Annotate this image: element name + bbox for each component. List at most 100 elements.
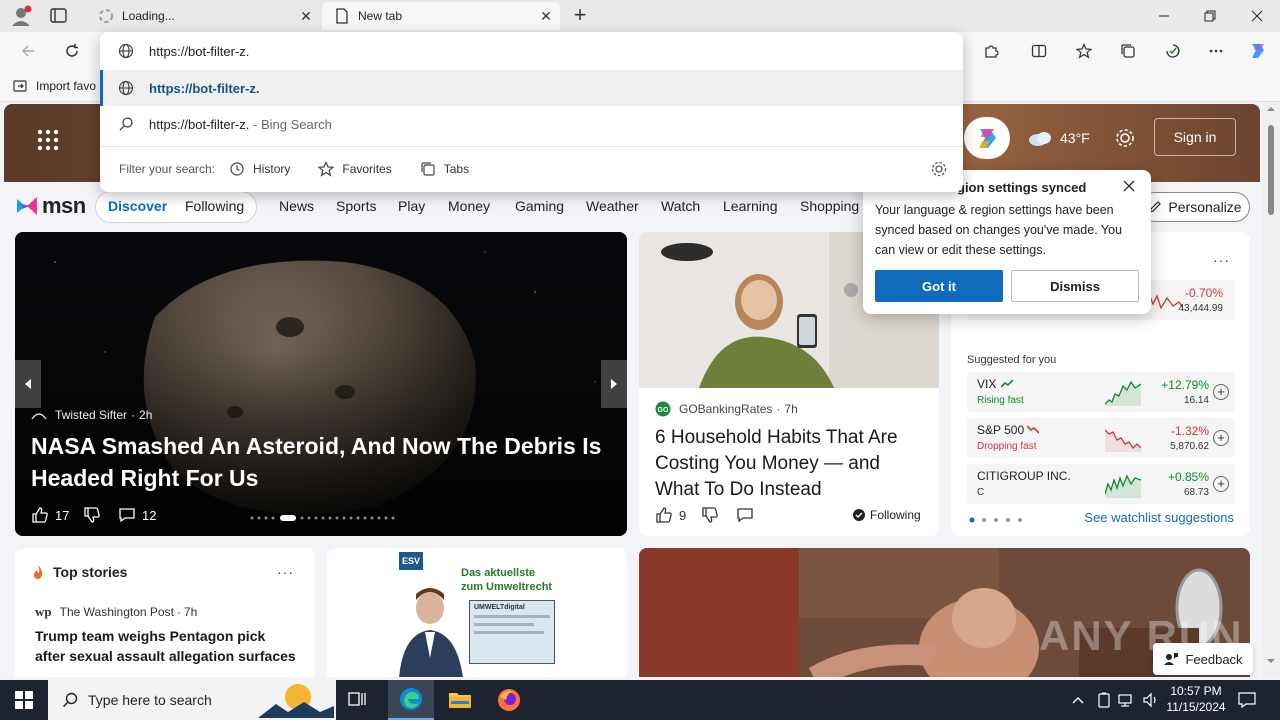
feedback-button[interactable]: Feedback (1153, 643, 1253, 675)
story-source[interactable]: wp The Washington Post · 7h (35, 604, 197, 620)
popup-body: Your language & region settings have bee… (875, 203, 1123, 257)
hero-headline[interactable]: NASA Smashed An Asteroid, And Now The De… (31, 430, 611, 494)
close-window-button[interactable] (1234, 0, 1280, 32)
minimize-button[interactable] (1141, 0, 1187, 32)
nav-watch[interactable]: Watch (661, 191, 700, 221)
import-favorites-button[interactable]: Import favo (12, 77, 96, 95)
copilot-icon[interactable] (1242, 32, 1274, 70)
split-screen-icon[interactable] (1023, 32, 1055, 70)
search-icon (62, 692, 78, 708)
hero-like-button[interactable]: 17 (31, 506, 69, 524)
favorites-star-icon[interactable] (1068, 32, 1100, 70)
tab-following[interactable]: Following (185, 191, 244, 221)
taskbar-edge-button[interactable] (388, 680, 434, 720)
stock-row-sp500[interactable]: S&P 500 Dropping fast -1.32% 5,870.62 + (967, 418, 1235, 458)
story-age: 7h (183, 605, 198, 619)
back-button[interactable] (12, 32, 44, 70)
address-input-row[interactable]: https://bot-filter-z. (100, 32, 963, 70)
comment-icon[interactable] (736, 506, 754, 524)
show-hidden-icons[interactable] (1070, 692, 1086, 708)
nav-shopping[interactable]: Shopping (800, 191, 859, 221)
thumbs-down-icon[interactable] (83, 506, 101, 524)
see-watchlist-link[interactable]: See watchlist suggestions (1084, 510, 1234, 525)
more-options-icon[interactable] (1200, 32, 1232, 70)
article-like-button[interactable]: 9 (655, 506, 686, 524)
tab-discover[interactable]: Discover (108, 191, 167, 221)
top-stories-more-icon[interactable]: ··· (277, 564, 294, 580)
thumbs-down-icon[interactable] (701, 506, 719, 524)
task-view-icon[interactable] (346, 690, 368, 710)
new-tab-button[interactable]: + (568, 4, 592, 28)
volume-icon[interactable] (1142, 692, 1160, 708)
nav-gaming[interactable]: Gaming (515, 191, 564, 221)
search-settings-gear-icon[interactable] (930, 160, 948, 178)
page-scrollbar[interactable] (1262, 103, 1280, 677)
got-it-button[interactable]: Got it (875, 270, 1003, 302)
add-stock-button[interactable]: + (1213, 430, 1229, 446)
collections-icon[interactable] (1112, 32, 1144, 70)
suggestion-url-row[interactable]: https://bot-filter-z. (100, 70, 963, 106)
tab-loading[interactable]: Loading... ✕ (86, 2, 320, 30)
msn-logo[interactable]: msn (14, 191, 86, 221)
weather-widget[interactable]: 43°F (1026, 126, 1090, 150)
network-icon[interactable] (1118, 692, 1136, 708)
feedback-icon (1164, 653, 1179, 665)
restore-button[interactable] (1187, 0, 1233, 32)
nav-sports[interactable]: Sports (336, 191, 376, 221)
taskbar-file-explorer-button[interactable] (437, 680, 483, 720)
nav-play[interactable]: Play (398, 191, 425, 221)
import-icon (13, 80, 27, 92)
hero-comment-count: 12 (142, 507, 157, 523)
add-stock-button[interactable]: + (1213, 476, 1229, 492)
watchlist-more-icon[interactable]: ··· (1213, 252, 1230, 268)
filter-history[interactable]: History (229, 161, 290, 177)
clock-time: 10:57 PM (1170, 684, 1222, 698)
nav-weather[interactable]: Weather (586, 191, 639, 221)
tab-close-icon[interactable]: ✕ (296, 6, 316, 26)
copilot-button[interactable] (964, 117, 1010, 159)
popup-close-icon[interactable] (1121, 178, 1137, 194)
tab-new-tab[interactable]: New tab ✕ (322, 2, 560, 30)
article-source[interactable]: GO GOBankingRates · 7h (655, 401, 798, 417)
hero-source[interactable]: Twisted Sifter · 2h (31, 408, 152, 422)
watchlist-pager-dots[interactable] (969, 517, 1025, 523)
settings-gear-icon[interactable] (1114, 127, 1136, 149)
refresh-button[interactable] (56, 32, 88, 70)
nav-news[interactable]: News (279, 191, 314, 221)
clock[interactable]: 10:57 PM 11/15/2024 (1160, 683, 1232, 717)
ad-card[interactable]: ESV Das aktuellste zum Umweltrecht UMWEL… (327, 548, 627, 677)
notifications-icon[interactable] (1238, 692, 1256, 708)
dismiss-button[interactable]: Dismiss (1011, 270, 1139, 302)
hero-comment-button[interactable]: 12 (118, 506, 156, 524)
story-headline[interactable]: Trump team weighs Pentagon pick after se… (35, 626, 297, 666)
taskbar-search-box[interactable]: Type here to search (48, 680, 336, 720)
extensions-icon[interactable] (975, 32, 1007, 70)
start-button[interactable] (0, 680, 48, 720)
profile-icon[interactable] (8, 4, 34, 28)
carousel-next-button[interactable] (601, 360, 627, 408)
stock-row-vix[interactable]: VIX Rising fast +12.79% 16.14 + (967, 372, 1235, 412)
washington-post-logo-icon: wp (35, 604, 52, 619)
nav-learning[interactable]: Learning (723, 191, 778, 221)
tab-close-icon[interactable]: ✕ (536, 6, 556, 26)
add-stock-button[interactable]: + (1213, 384, 1229, 400)
tab-actions-icon[interactable] (48, 6, 70, 26)
filter-tabs[interactable]: Tabs (420, 161, 469, 177)
apps-grid-icon[interactable] (36, 128, 60, 152)
taskbar-firefox-button[interactable] (486, 680, 532, 720)
hero-carousel-card[interactable]: Twisted Sifter · 2h NASA Smashed An Aste… (15, 232, 627, 536)
following-badge[interactable]: Following (853, 508, 921, 522)
address-input[interactable]: https://bot-filter-z. (149, 44, 249, 59)
stock-row-citigroup[interactable]: CITIGROUP INC. C +0.85% 68.73 + (967, 464, 1235, 504)
article-headline[interactable]: 6 Household Habits That Are Costing You … (655, 425, 927, 503)
browser-essentials-icon[interactable] (1157, 32, 1189, 70)
battery-icon[interactable] (1096, 692, 1112, 708)
carousel-prev-button[interactable] (15, 360, 41, 408)
personalize-button[interactable]: Personalize (1140, 192, 1250, 222)
suggestion-search-row[interactable]: https://bot-filter-z. - Bing Search (100, 106, 963, 142)
nav-money[interactable]: Money (448, 191, 490, 221)
filter-favorites[interactable]: Favorites (318, 161, 392, 177)
taskbar-search-placeholder: Type here to search (88, 692, 212, 708)
carousel-dots[interactable] (249, 515, 399, 521)
sign-in-button[interactable]: Sign in (1154, 118, 1236, 156)
